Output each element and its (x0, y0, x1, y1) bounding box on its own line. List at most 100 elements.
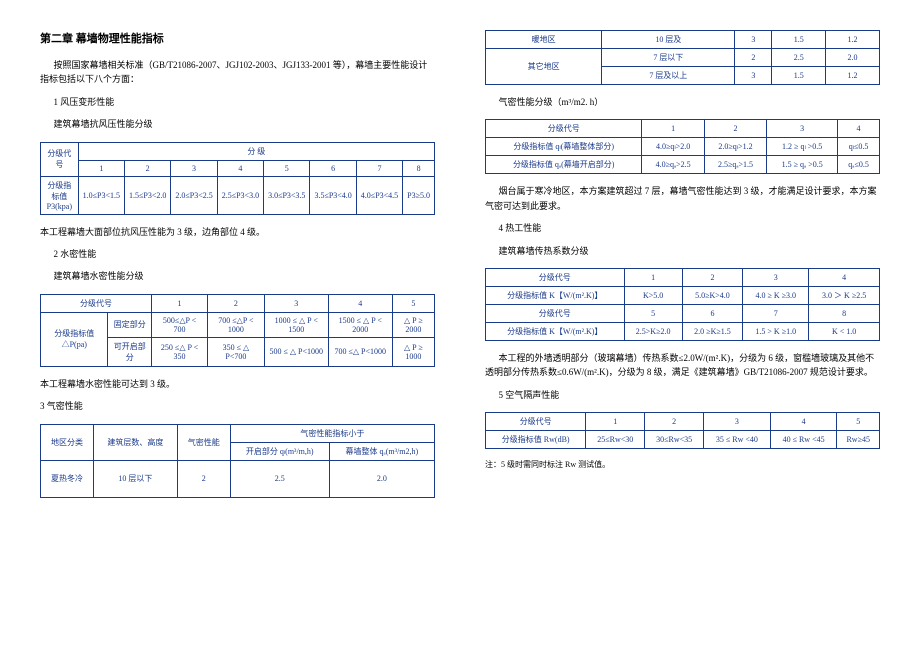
table-air-1: 地区分类 建筑层数、高度 气密性能 气密性能指标小于 开启部分 qₗ(m³/m,… (40, 424, 435, 498)
v: 2.0≥qₗ>1.2 (704, 138, 766, 156)
v: 3.5≤P3<4.0 (310, 176, 356, 214)
table-sound: 分级代号 12345 分级指标值 Rw(dB) 25≤Rw<3030≤Rw<35… (485, 412, 880, 449)
v: 1.5≤P3<2.0 (125, 176, 171, 214)
v: 700 ≤△P < 1000 (208, 312, 265, 337)
v: 2.5≤P3<3.0 (217, 176, 263, 214)
c: 5 (264, 160, 310, 176)
v: K < 1.0 (809, 322, 880, 340)
s2-concl: 本工程幕墙水密性能可达到 3 级。 (40, 377, 435, 391)
c: 3 (743, 268, 809, 286)
c: 3 (767, 120, 838, 138)
h: 分级代号 (41, 294, 152, 312)
v: 700 ≤△ P<1000 (328, 337, 392, 366)
h: 分级指标值P3(kpa) (41, 176, 79, 214)
v: 4.0≥qₗ>2.0 (642, 138, 704, 156)
s3-heading: 3 气密性能 (40, 399, 435, 413)
c: 6 (310, 160, 356, 176)
v: 1.5 > K ≥1.0 (743, 322, 809, 340)
intro-text: 按照国家幕墙相关标准（GB/T21086-2007、JGJ102-2003、JG… (40, 58, 435, 87)
s1-subtitle: 建筑幕墙抗风压性能分级 (40, 117, 435, 131)
v: K>5.0 (624, 286, 682, 304)
h: 地区分类 (41, 424, 94, 460)
v: 35 ≤ Rw <40 (704, 431, 771, 449)
v: 2.0 (826, 49, 880, 67)
r: 分级指标值 qₗ(幕墙整体部分) (486, 138, 642, 156)
v: 40 ≤ Rw <45 (770, 431, 837, 449)
v: 10 层以下 (93, 460, 177, 497)
v: 1.2 (826, 67, 880, 85)
c: 4 (770, 413, 837, 431)
v: 25≤Rw<30 (586, 431, 645, 449)
v: △ P ≥ 2000 (392, 312, 434, 337)
v: 2.5≥qₐ>1.5 (704, 156, 766, 174)
c: 1 (78, 160, 124, 176)
s4-concl: 本工程的外墙透明部分（玻璃幕墙）传热系数≤2.0W/(m².K)，分级为 6 级… (485, 351, 880, 380)
v: 2 (735, 49, 772, 67)
h: 开启部分 qₗ(m³/m,h) (230, 442, 329, 460)
s5-heading: 5 空气隔声性能 (485, 388, 880, 402)
s2-heading: 2 水密性能 (40, 247, 435, 261)
c: 4 (217, 160, 263, 176)
v: 1500 ≤ △ P < 2000 (328, 312, 392, 337)
h: 建筑层数、高度 (93, 424, 177, 460)
v: 4.0≥qₐ>2.5 (642, 156, 704, 174)
r: 分级指标值 Rw(dB) (486, 431, 586, 449)
v: 2.5 (230, 460, 329, 497)
v: 350 ≤ △ P<700 (208, 337, 265, 366)
h: 分 级 (78, 142, 434, 160)
v: 2.0≤P3<2.5 (171, 176, 217, 214)
r: 分级指标值 qₐ(幕墙开启部分) (486, 156, 642, 174)
v: 2.5>K≥2.0 (624, 322, 682, 340)
r: 分级指标值 K【W/(m².K)】 (486, 322, 625, 340)
v: 10 层及 (602, 31, 735, 49)
c: 5 (392, 294, 434, 312)
v: 4.0≤P3<4.5 (356, 176, 402, 214)
v: 1.5 (772, 67, 826, 85)
v: 500≤△P < 700 (152, 312, 208, 337)
c: 2 (208, 294, 265, 312)
c: 2 (682, 268, 743, 286)
r: 分级指标值 K【W/(m².K)】 (486, 286, 625, 304)
s1-concl: 本工程幕墙大面部位抗风压性能为 3 级，边角部位 4 级。 (40, 225, 435, 239)
c: 4 (328, 294, 392, 312)
v: 1.2 (826, 31, 880, 49)
v: 3 (735, 67, 772, 85)
c: 4 (809, 268, 880, 286)
c: 8 (809, 304, 880, 322)
v: 1.2 ≥ qₗ >0.5 (767, 138, 838, 156)
c: 7 (356, 160, 402, 176)
left-column: 第二章 幕墙物理性能指标 按照国家幕墙相关标准（GB/T21086-2007、J… (40, 20, 435, 508)
v: △ P ≥ 1000 (392, 337, 434, 366)
v: P3≥5.0 (403, 176, 435, 214)
c: 5 (837, 413, 880, 431)
v: 1.5 (772, 31, 826, 49)
v: qₐ≤0.5 (838, 156, 880, 174)
v: qₗ≤0.5 (838, 138, 880, 156)
h: 气密性能 (177, 424, 230, 460)
h: 分级代号 (41, 142, 79, 176)
s2-subtitle: 建筑幕墙水密性能分级 (40, 269, 435, 283)
r: 可开启部分 (108, 337, 152, 366)
c: 1 (642, 120, 704, 138)
c: 3 (264, 294, 328, 312)
c: 1 (586, 413, 645, 431)
v: 2.0 (329, 460, 434, 497)
table-air-cont: 暖地区 10 层及 3 1.5 1.2 其它地区 7 层以下 2 2.5 2.0… (485, 30, 880, 85)
h: 气密性能指标小于 (230, 424, 434, 442)
s5-note: 注：5 级时需同时标注 Rw 测试值。 (485, 459, 880, 472)
v: 2.0 ≥K≥1.5 (682, 322, 743, 340)
v: 3.0≤P3<3.5 (264, 176, 310, 214)
s1-heading: 1 风压变形性能 (40, 95, 435, 109)
h: 分级代号 (486, 304, 625, 322)
v: 1.0≤P3<1.5 (78, 176, 124, 214)
c: 4 (838, 120, 880, 138)
v: 3.0 ＞ K ≥2.5 (809, 286, 880, 304)
c: 2 (704, 120, 766, 138)
v: 3 (735, 31, 772, 49)
c: 2 (645, 413, 704, 431)
s3b-concl: 烟台属于寒冷地区，本方案建筑超过 7 层，幕墙气密性能达到 3 级，才能满足设计… (485, 184, 880, 213)
c: 2 (125, 160, 171, 176)
c: 1 (152, 294, 208, 312)
c: 6 (682, 304, 743, 322)
v: 夏热冬冷 (41, 460, 94, 497)
